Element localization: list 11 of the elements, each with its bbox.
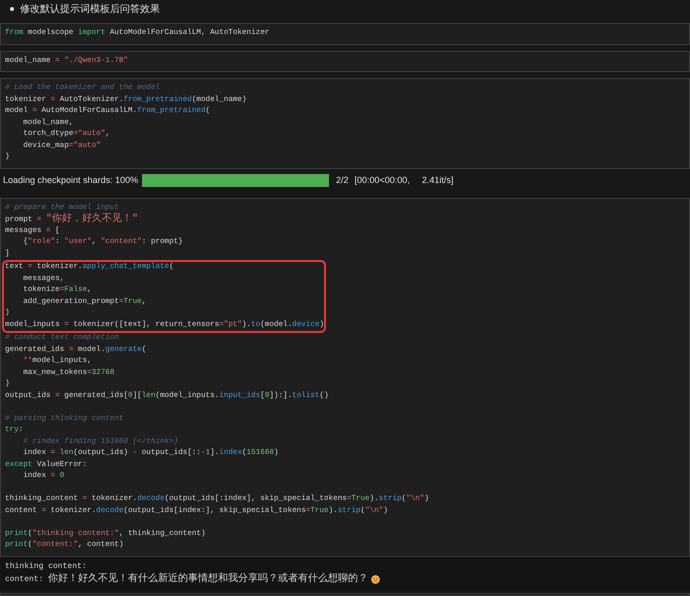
output-line: thinking content: [5,560,87,572]
smiley-icon [371,574,380,584]
code-cell[interactable] [0,198,690,556]
section-heading: 修改默认提示词模板后问答效果 [20,2,160,16]
progress-label: Loading checkpoint shards: 100% [3,174,140,187]
empty-code-cell[interactable] [0,592,690,596]
progress-time: [00:00<00:00, [354,174,410,187]
output-line: content: 你好！好久不见！有什么新近的事情想和我分享吗？或者有什么想聊的？ [5,572,368,586]
progress-count: 2/2 [336,174,349,187]
progress-rate: 2.41it/s] [422,174,454,187]
bullet-icon [10,7,14,11]
